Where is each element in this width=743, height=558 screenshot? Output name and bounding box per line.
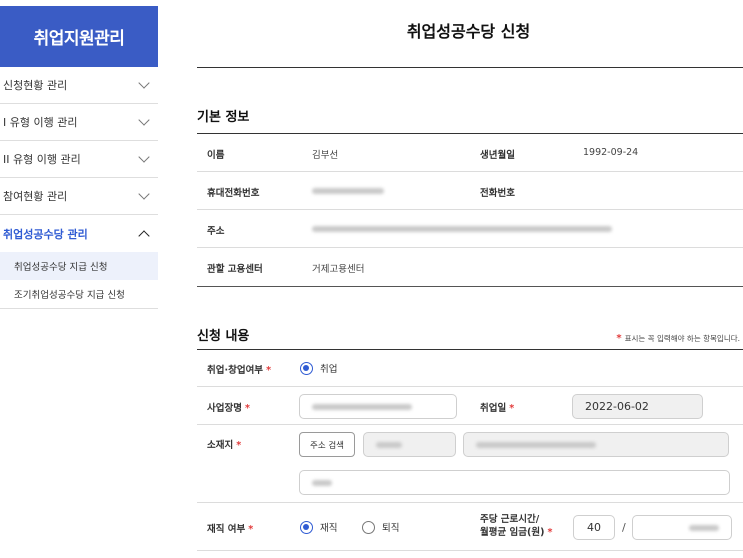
redacted-address: [312, 226, 612, 232]
birth-label: 생년월일: [480, 150, 515, 161]
hire-date-input[interactable]: 2022-06-02: [572, 394, 703, 419]
required-mark: *: [266, 365, 272, 376]
sidebar-item-application-status[interactable]: 신청현황 관리: [0, 67, 158, 104]
radio-label: 취업: [320, 364, 338, 375]
radio-checked-icon: [300, 520, 313, 534]
radio-employment[interactable]: 취업: [300, 361, 337, 375]
zipcode-input[interactable]: [363, 432, 456, 457]
table-row: 사업장명 * 취업일 * 2022-06-02: [197, 387, 743, 425]
chevron-down-icon: [138, 113, 150, 126]
required-star: *: [616, 333, 622, 344]
workplace-label-text: 사업장명: [207, 403, 242, 414]
radio-unchecked-icon: [362, 520, 375, 534]
sidebar-title: 취업지원관리: [0, 6, 158, 67]
redacted-workplace: [312, 403, 412, 410]
sidebar: 취업지원관리 신청현황 관리 I 유형 이행 관리 II 유형 이행 관리 참여…: [0, 0, 158, 558]
redacted-road-address: [476, 441, 596, 448]
chevron-down-icon: [138, 76, 150, 89]
required-mark: *: [248, 524, 254, 535]
divider: [197, 67, 743, 68]
center-label: 관할 고용센터: [207, 264, 263, 275]
separator-slash: /: [622, 521, 626, 534]
section-title-apply: 신청 내용: [197, 329, 250, 344]
workplace-label: 사업장명 *: [207, 400, 250, 414]
redacted-detail-address: [312, 479, 332, 486]
address-search-button[interactable]: 주소 검색: [299, 432, 355, 457]
redacted-wage: [689, 524, 719, 531]
table-row: 취업·창업여부 * 취업: [197, 350, 743, 387]
required-note: * 표시는 꼭 입력해야 하는 항목입니다.: [616, 333, 740, 344]
emp-label: 취업·창업여부 *: [207, 362, 271, 376]
radio-checked-icon: [300, 361, 313, 375]
redacted-mobile: [312, 188, 384, 194]
birth-value: 1992-09-24: [583, 147, 639, 158]
table-row: 관할 고용센터 거제고용센터: [197, 248, 743, 287]
sidebar-item-type2[interactable]: II 유형 이행 관리: [0, 141, 158, 178]
mobile-label: 휴대전화번호: [207, 188, 260, 199]
table-row: 재직 여부 * 재직 퇴직 주당 근로시간/ 월평균 임금(원) * 40 /: [197, 503, 743, 551]
required-note-text: 표시는 꼭 입력해야 하는 항목입니다.: [624, 334, 740, 343]
table-row: 휴대전화번호 전화번호: [197, 172, 743, 210]
required-mark: *: [236, 440, 242, 451]
section-title-basic: 기본 정보: [197, 110, 250, 125]
sidebar-item-label: 신청현황 관리: [3, 79, 68, 92]
radio-employed[interactable]: 재직: [300, 520, 337, 534]
page-title: 취업성공수당 신청: [406, 22, 531, 41]
monthly-wage-input[interactable]: [632, 515, 732, 540]
sidebar-item-label: I 유형 이행 관리: [3, 116, 78, 129]
required-mark: *: [547, 527, 553, 538]
emp-label-text: 취업·창업여부: [207, 365, 264, 376]
radio-label: 퇴직: [382, 523, 400, 534]
required-mark: *: [509, 403, 515, 414]
table-row: 주소: [197, 210, 743, 248]
hours-label-line1: 주당 근로시간/: [480, 514, 540, 525]
hire-date-label: 취업일 *: [480, 400, 514, 414]
chevron-down-icon: [138, 187, 150, 200]
hours-wage-label: 주당 근로시간/ 월평균 임금(원) *: [480, 513, 552, 539]
location-label-text: 소재지: [207, 440, 234, 451]
detail-address-input[interactable]: [299, 470, 730, 495]
sidebar-item-label: II 유형 이행 관리: [3, 153, 81, 166]
sidebar-item-type1[interactable]: I 유형 이행 관리: [0, 104, 158, 141]
sidebar-item-success-allowance[interactable]: 취업성공수당 관리: [0, 215, 158, 252]
table-row: 소재지 * 주소 검색: [197, 425, 743, 503]
name-label: 이름: [207, 150, 225, 161]
sidebar-item-label: 참여현황 관리: [3, 190, 68, 203]
workplace-input[interactable]: [299, 394, 457, 419]
name-value: 김부선: [312, 150, 339, 161]
address-label: 주소: [207, 226, 225, 237]
hire-date-label-text: 취업일: [480, 403, 507, 414]
chevron-up-icon: [138, 229, 150, 242]
employment-status-label: 재직 여부 *: [207, 521, 253, 535]
redacted-zipcode: [376, 441, 402, 448]
sidebar-subitem-success-allowance-apply[interactable]: 취업성공수당 지급 신청: [0, 252, 158, 280]
sidebar-subitem-early-success-allowance-apply[interactable]: 조기취업성공수당 지급 신청: [0, 280, 158, 308]
sidebar-item-participation[interactable]: 참여현황 관리: [0, 178, 158, 215]
employment-status-label-text: 재직 여부: [207, 524, 246, 535]
phone-label: 전화번호: [480, 188, 515, 199]
weekly-hours-input[interactable]: 40: [573, 515, 615, 540]
sidebar-menu: 신청현황 관리 I 유형 이행 관리 II 유형 이행 관리 참여현황 관리 취…: [0, 67, 158, 309]
sidebar-item-label: 취업성공수당 관리: [3, 227, 88, 241]
hours-label-line2: 월평균 임금(원): [480, 527, 545, 538]
table-row: 이름 김부선 생년월일 1992-09-24: [197, 134, 743, 172]
radio-resigned[interactable]: 퇴직: [362, 520, 399, 534]
center-value: 거제고용센터: [312, 264, 365, 275]
radio-label: 재직: [320, 523, 338, 534]
location-label: 소재지 *: [207, 437, 241, 451]
road-address-input[interactable]: [463, 432, 729, 457]
sidebar-submenu: 취업성공수당 지급 신청 조기취업성공수당 지급 신청: [0, 252, 158, 309]
chevron-down-icon: [138, 150, 150, 163]
required-mark: *: [244, 403, 250, 414]
